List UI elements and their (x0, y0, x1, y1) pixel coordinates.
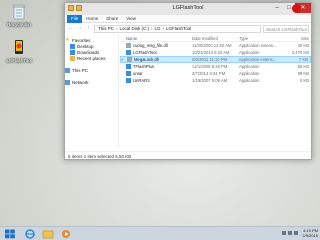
ribbon-tabs: File Home Share View (65, 14, 311, 23)
nav-label: Downloads (77, 49, 100, 55)
desktop-icon (70, 43, 75, 49)
file-row[interactable]: LGFlashTool 10/23/2014 9:42 AM Application… (120, 49, 311, 56)
address-bar[interactable]: This PC › Local Disk (C:) › LG › LGFlash… (94, 24, 261, 33)
file-date: 1/19/2007 5:09 AM (192, 78, 228, 83)
file-name: unrar (133, 71, 143, 76)
minimize-button[interactable]: – (271, 3, 283, 13)
ie-icon[interactable] (22, 228, 38, 240)
file-size: 3,470 KB (291, 50, 309, 55)
dll-file-icon (126, 43, 131, 48)
file-row[interactable]: ✓ MegaLock.dll 8/2/2011 11:10 PM Applicatio… (120, 56, 311, 63)
file-name: LGFlashTool (133, 50, 157, 55)
desktop-icon-lg-flash-tool[interactable]: LGFlashTool (2, 38, 36, 63)
volume-icon[interactable] (294, 231, 298, 235)
mouse-cursor-highlight (292, 4, 301, 13)
file-name: UnRAR3 (133, 78, 150, 83)
start-button[interactable] (2, 228, 18, 240)
navigation-pane: ★ Favorites Desktop Downloads Recent pla… (65, 35, 119, 147)
media-player-icon[interactable] (58, 228, 74, 240)
file-date: 11/30/2000 12:00 AM (192, 43, 232, 48)
file-type: Application extens... (239, 43, 277, 48)
application-icon (126, 78, 131, 83)
window-controls: – □ ✕ (271, 3, 311, 13)
tab-share[interactable]: Share (102, 16, 122, 21)
file-type: Application (239, 71, 260, 76)
file-type: Application extens... (238, 57, 277, 62)
star-icon: ★ (65, 36, 70, 43)
file-size: 40 KB (297, 43, 309, 48)
file-row[interactable]: cuong_msg_file.dll 11/30/2000 12:00 AM App… (120, 42, 311, 49)
forward-arrow-icon[interactable]: → (76, 25, 83, 32)
address-row: ← → ↑ This PC › Local Disk (C:) › LG › L… (65, 23, 311, 34)
file-row[interactable]: unrar 3/7/2014 6:34 PM Application 99 KB (120, 70, 311, 77)
tab-home[interactable]: Home (82, 16, 102, 21)
desktop-icon-label: Recycle Bin (7, 22, 31, 27)
clock-date: 2/5/2015 (302, 233, 318, 238)
explorer-window: LGFlashTool – □ ✕ File Home Share View ←… (64, 2, 312, 160)
chevron-right-icon: › (116, 26, 118, 31)
chevron-right-icon: › (162, 26, 165, 31)
title-bar[interactable]: LGFlashTool – □ ✕ (65, 3, 311, 15)
application-icon (126, 71, 131, 76)
application-icon (126, 50, 131, 55)
clock[interactable]: 4:19 PM 2/5/2015 (302, 228, 318, 238)
desktop-icon-recycle-bin[interactable]: Recycle Bin (2, 2, 36, 27)
up-arrow-icon[interactable]: ↑ (85, 25, 92, 32)
column-date[interactable]: Date modified (192, 36, 239, 41)
file-type: Application (239, 64, 260, 69)
search-input[interactable]: Search LGFlashTool (263, 24, 309, 33)
computer-icon (65, 67, 70, 73)
nav-label: This PC (72, 67, 89, 73)
tab-file[interactable]: File (67, 14, 83, 23)
breadcrumb-local-disk[interactable]: Local Disk (C:) (120, 25, 150, 32)
breadcrumb-lg[interactable]: LG (155, 25, 161, 32)
file-row[interactable]: TFlashPlus 12/1/2005 5:26 PM Application 55… (120, 63, 311, 70)
file-name: MegaLock.dll (133, 57, 159, 62)
network-status-icon[interactable] (288, 231, 292, 235)
file-name: cuong_msg_file.dll (133, 43, 168, 48)
back-arrow-icon[interactable]: ← (67, 25, 74, 32)
lg-flash-tool-icon (15, 40, 23, 54)
file-name: TFlashPlus (133, 64, 154, 69)
nav-label: Desktop (77, 43, 94, 49)
flag-icon[interactable] (282, 231, 286, 235)
recent-places-icon (70, 55, 75, 61)
file-type: Application (239, 78, 260, 83)
file-type: Application (239, 50, 260, 55)
recycle-bin-icon (12, 4, 26, 20)
network-icon (65, 79, 70, 85)
taskbar: 4:19 PM 2/5/2015 (0, 226, 320, 240)
system-tray (282, 231, 298, 235)
file-explorer-icon[interactable] (40, 228, 56, 240)
nav-label: Network (72, 79, 89, 85)
file-row[interactable]: UnRAR3 1/19/2007 5:09 AM Application 0 KB (120, 77, 311, 84)
column-name[interactable]: Name (126, 36, 192, 41)
breadcrumb-this-pc[interactable]: This PC (98, 25, 114, 32)
nav-label: Favorites (72, 37, 91, 43)
file-date: 8/2/2011 11:10 PM (192, 57, 227, 62)
file-size: 55 KB (297, 64, 309, 69)
column-type[interactable]: Type (239, 36, 285, 41)
dll-file-icon (126, 57, 132, 62)
file-date: 10/23/2014 9:42 AM (192, 50, 230, 55)
status-bar: 6 items 1 item selected 6.50 KB (65, 151, 311, 160)
tab-view[interactable]: View (122, 16, 140, 21)
file-list: Name Date modified Type Size cuong_msg_f… (120, 35, 311, 147)
nav-label: Recent places (77, 55, 106, 61)
column-size[interactable]: Size (285, 36, 311, 41)
column-header-row: Name Date modified Type Size (120, 35, 311, 42)
application-icon (126, 64, 131, 69)
file-date: 12/1/2005 5:26 PM (192, 64, 228, 69)
file-size: 7 KB (298, 57, 308, 62)
file-date: 3/7/2014 6:34 PM (192, 71, 226, 76)
breadcrumb-lgflashtool[interactable]: LGFlashTool (166, 25, 191, 32)
file-size: 0 KB (299, 78, 309, 83)
desktop-icon-label: LGFlashTool (6, 58, 32, 63)
download-icon (70, 49, 75, 55)
file-size: 99 KB (297, 71, 309, 76)
nav-network[interactable]: Network (65, 79, 118, 85)
chevron-right-icon: › (151, 26, 153, 31)
